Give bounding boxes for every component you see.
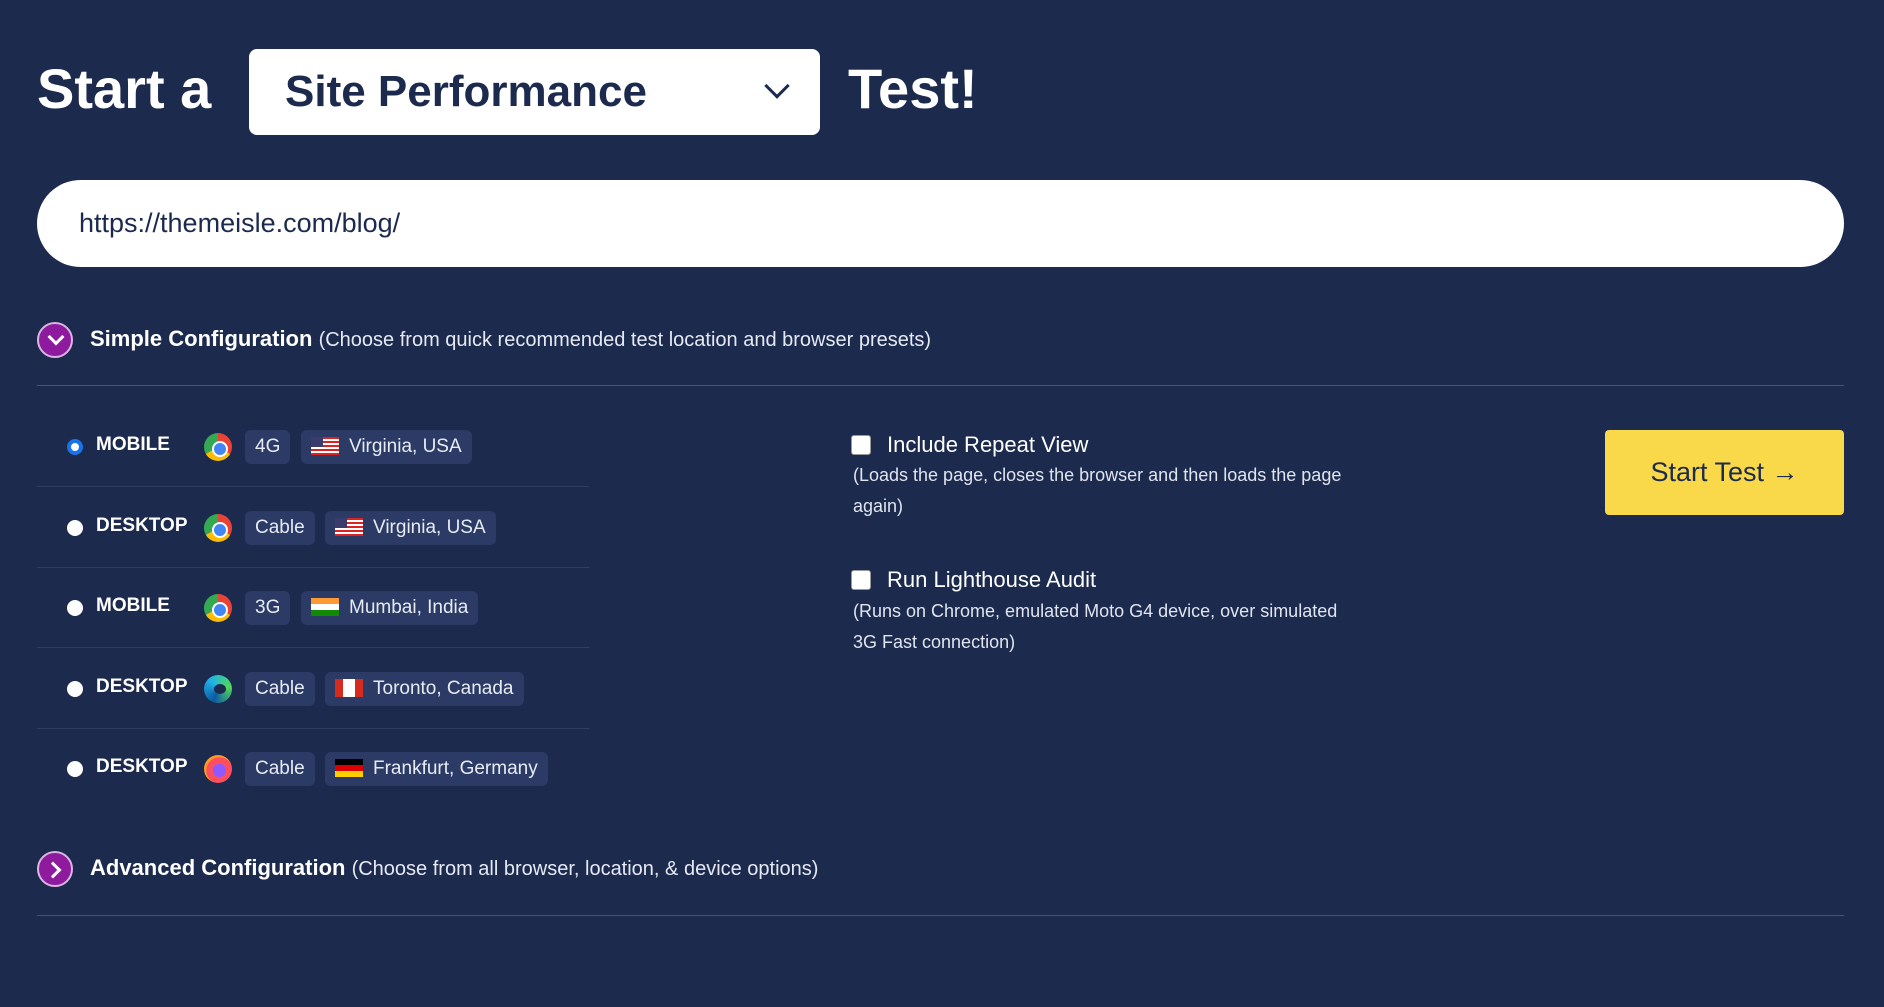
germany-flag-icon <box>335 759 363 777</box>
lighthouse-checkbox[interactable] <box>851 570 871 590</box>
location-badge: Toronto, Canada <box>325 671 524 706</box>
edge-icon <box>204 674 232 703</box>
chrome-icon <box>204 594 232 622</box>
lighthouse-desc: (Runs on Chrome, emulated Moto G4 device… <box>853 601 1338 652</box>
connection-badge: Cable <box>245 752 315 786</box>
simple-config-title: Simple Configuration <box>90 326 313 351</box>
divider <box>37 385 1844 386</box>
location-label: Frankfurt, Germany <box>373 758 538 779</box>
preset-radio[interactable] <box>67 519 83 536</box>
chrome-icon <box>204 513 232 542</box>
chevron-down-icon <box>764 73 790 99</box>
url-input[interactable] <box>37 180 1844 267</box>
device-label: MOBILE <box>96 434 170 455</box>
location-label: Virginia, USA <box>373 516 486 538</box>
firefox-icon <box>204 755 232 783</box>
repeat-view-desc: (Loads the page, closes the browser and … <box>853 465 1342 516</box>
connection-badge: 4G <box>245 430 291 464</box>
repeat-view-checkbox[interactable] <box>851 435 871 455</box>
connection-badge: 3G <box>245 591 291 625</box>
preset-row[interactable]: DESKTOP Cable Frankfurt, Germany <box>37 729 589 809</box>
preset-radio[interactable] <box>67 761 83 777</box>
advanced-config-toggle-icon[interactable] <box>37 851 73 887</box>
simple-config-subtitle: (Choose from quick recommended test loca… <box>318 329 932 351</box>
simple-config-header[interactable]: Simple Configuration (Choose from quick … <box>90 326 931 352</box>
device-label: DESKTOP <box>96 675 188 697</box>
location-badge: Virginia, USA <box>301 430 472 464</box>
us-flag-icon <box>311 437 339 455</box>
advanced-config-title: Advanced Configuration <box>90 855 346 880</box>
preset-radio[interactable] <box>67 600 83 616</box>
device-label: MOBILE <box>96 595 170 616</box>
start-test-button[interactable]: Start Test → <box>1605 430 1844 515</box>
location-badge: Frankfurt, Germany <box>325 752 548 786</box>
lighthouse-label[interactable]: Run Lighthouse Audit <box>887 567 1096 593</box>
heading-suffix: Test! <box>848 57 978 120</box>
canada-flag-icon <box>335 678 363 697</box>
repeat-view-label[interactable]: Include Repeat View <box>887 432 1088 458</box>
preset-radio[interactable] <box>67 439 83 455</box>
heading-prefix: Start a <box>37 57 212 120</box>
chrome-icon <box>204 433 232 461</box>
preset-row[interactable]: DESKTOP Cable Toronto, Canada <box>37 649 589 729</box>
location-label: Virginia, USA <box>349 436 462 457</box>
simple-config-toggle-icon[interactable] <box>37 322 73 358</box>
advanced-config-subtitle: (Choose from all browser, location, & de… <box>351 858 819 880</box>
preset-row[interactable]: MOBILE 4G Virginia, USA <box>37 407 589 487</box>
location-badge: Mumbai, India <box>301 591 479 625</box>
india-flag-icon <box>311 598 339 616</box>
preset-radio[interactable] <box>67 680 83 697</box>
location-badge: Virginia, USA <box>325 510 496 545</box>
us-flag-icon <box>335 517 363 536</box>
connection-badge: Cable <box>245 671 315 706</box>
advanced-config-header[interactable]: Advanced Configuration (Choose from all … <box>90 855 818 881</box>
preset-row[interactable]: DESKTOP Cable Virginia, USA <box>37 488 589 568</box>
connection-badge: Cable <box>245 510 315 545</box>
location-label: Toronto, Canada <box>373 677 514 699</box>
device-label: DESKTOP <box>96 514 188 536</box>
device-label: DESKTOP <box>96 756 188 777</box>
test-type-select[interactable]: Site Performance <box>249 49 820 135</box>
preset-row[interactable]: MOBILE 3G Mumbai, India <box>37 568 589 648</box>
location-label: Mumbai, India <box>349 597 469 618</box>
test-type-value: Site Performance <box>285 67 647 116</box>
divider <box>37 915 1844 916</box>
